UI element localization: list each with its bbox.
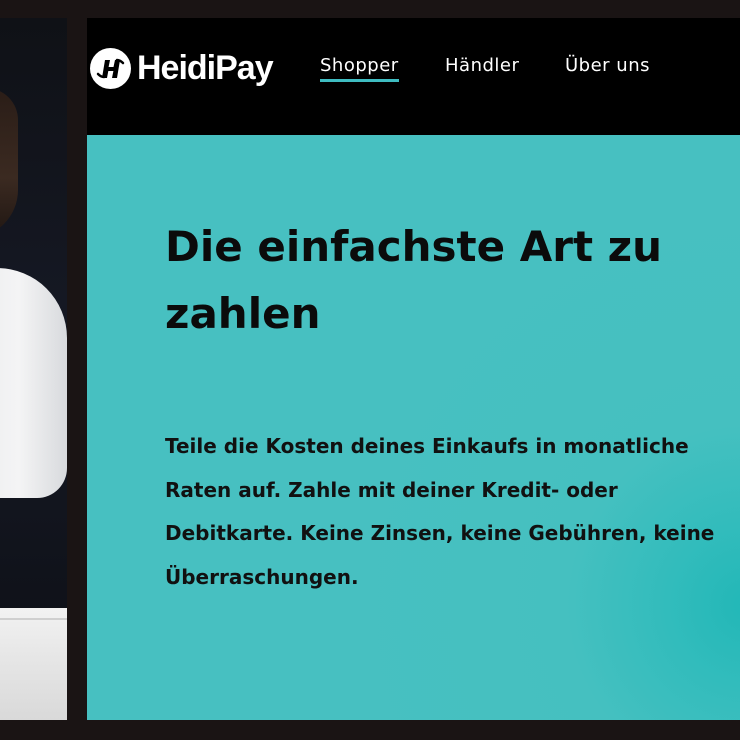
- hero-photo: [0, 18, 67, 720]
- logo-wordmark: HeidiPay: [137, 48, 274, 87]
- hero-description: Teile die Kosten deines Einkaufs in mona…: [165, 434, 715, 589]
- nav-item-shopper[interactable]: Shopper: [320, 55, 399, 82]
- photo-hair: [0, 88, 18, 238]
- hero-section: Die einfachste Art zu zahlen Teile die K…: [87, 135, 740, 720]
- nav-item-ueber-uns[interactable]: Über uns: [565, 55, 650, 76]
- logo-link[interactable]: HeidiPay: [90, 45, 274, 91]
- screen-frame: HeidiPay Shopper Händler Über uns Die ei…: [0, 0, 740, 740]
- hero-title: Die einfachste Art zu zahlen: [165, 222, 663, 338]
- photo-table: [0, 608, 67, 720]
- website: HeidiPay Shopper Händler Über uns Die ei…: [87, 18, 740, 720]
- nav-item-haendler[interactable]: Händler: [445, 55, 519, 76]
- top-navigation: HeidiPay Shopper Händler Über uns: [87, 18, 740, 135]
- photo-shirt: [0, 268, 67, 498]
- heidipay-logo-icon: [90, 47, 131, 89]
